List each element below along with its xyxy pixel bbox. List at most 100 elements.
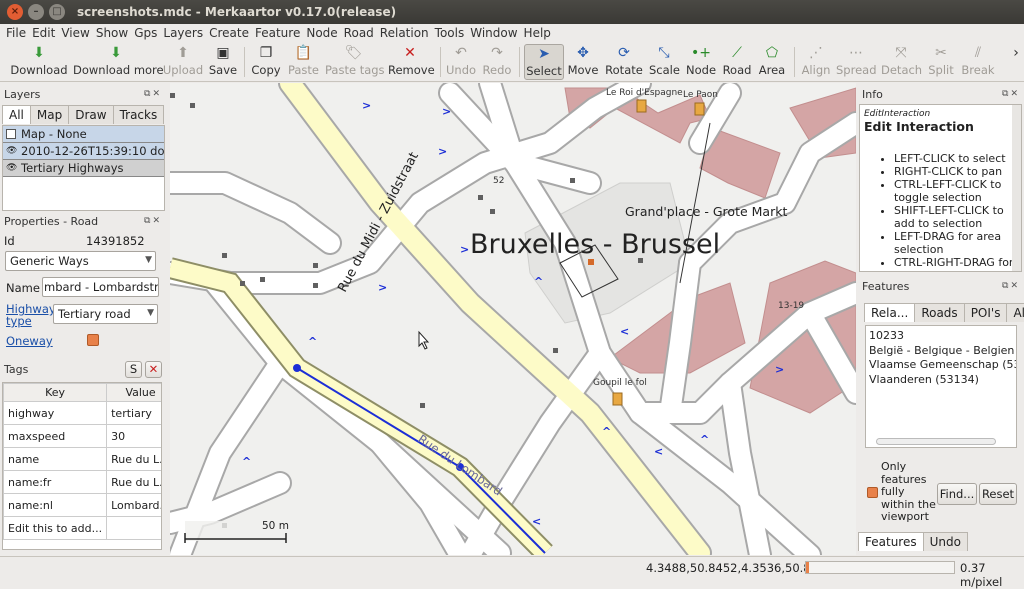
minimize-icon[interactable]: – [28, 4, 44, 20]
tab-relations[interactable]: Rela... [864, 303, 916, 322]
tab-all-features[interactable]: All [1006, 303, 1024, 322]
menu-window[interactable]: Window [467, 26, 520, 40]
tags-s-button[interactable]: S [125, 361, 142, 378]
break-button[interactable]: ⫽ Break [961, 44, 995, 80]
eye-icon[interactable]: 👁 [6, 146, 17, 156]
tab-roads[interactable]: Roads [914, 303, 965, 322]
menu-node[interactable]: Node [303, 26, 340, 40]
map-svg[interactable]: > > > > > ^ ^ < ^ > ^ ^ < < Le Roi d'Espagne Le… [170, 83, 856, 555]
toolbar-overflow-icon[interactable]: › [1009, 44, 1023, 80]
layer-item-map[interactable]: Map - None [3, 126, 164, 143]
map-canvas[interactable]: > > > > > ^ ^ < ^ > ^ ^ < < Le Roi d'Espagne Le… [170, 83, 856, 555]
table-row[interactable]: nameRue du L... [3, 447, 161, 471]
tab-map[interactable]: Map [29, 105, 70, 124]
tab-undo[interactable]: Undo [922, 532, 968, 551]
layer-item-tertiary[interactable]: 👁 Tertiary Highways [3, 160, 164, 177]
download-more-button[interactable]: ⬇ Download more [73, 44, 164, 80]
menu-help[interactable]: Help [521, 26, 554, 40]
tab-tracks[interactable]: Tracks [112, 105, 165, 124]
maximize-icon[interactable]: □ [49, 4, 65, 20]
window-title: screenshots.mdc - Merkaartor v0.17.0(rel… [77, 5, 397, 19]
table-row[interactable]: name:nlLombard... [3, 493, 161, 517]
tab-draw[interactable]: Draw [68, 105, 114, 124]
name-field[interactable]: mbard - Lombardstraat [42, 277, 159, 297]
menu-create[interactable]: Create [206, 26, 252, 40]
list-item[interactable]: Vlaanderen (53134) [869, 373, 1013, 388]
preset-select[interactable]: Generic Ways ▼ [5, 251, 156, 271]
menu-edit[interactable]: Edit [29, 26, 58, 40]
remove-button[interactable]: ✕ Remove [388, 44, 435, 80]
toolbar-separator [519, 47, 520, 77]
info-item: CTRL-RIGHT-DRAG for [894, 256, 1017, 269]
pub-icon[interactable] [612, 392, 623, 406]
find-button[interactable]: Find... [937, 483, 977, 505]
oneway-checkbox[interactable] [87, 334, 99, 346]
dock-float-close-icon[interactable]: ⧉✕ [144, 89, 162, 99]
menu-road[interactable]: Road [341, 26, 377, 40]
highway-type-select[interactable]: Tertiary road ▼ [53, 304, 158, 324]
menu-feature[interactable]: Feature [252, 26, 303, 40]
info-item: LEFT-CLICK to select [894, 152, 1017, 165]
svg-text:^: ^ [534, 275, 543, 288]
city-label: Bruxelles - Brussel [470, 229, 720, 260]
spread-button[interactable]: ⋯ Spread [836, 44, 877, 80]
undo-button[interactable]: ↶ Undo [446, 44, 476, 80]
paste-button[interactable]: 📋 Paste [287, 44, 320, 80]
features-hscrollbar[interactable] [876, 438, 996, 445]
rotate-button[interactable]: ⟳ Rotate [604, 44, 644, 80]
menu-tools[interactable]: Tools [432, 26, 468, 40]
node-button[interactable]: •+ Node [686, 44, 716, 80]
col-value[interactable]: Value [106, 383, 161, 402]
split-button[interactable]: ✂ Split [926, 44, 956, 80]
menu-file[interactable]: File [3, 26, 29, 40]
split-icon: ✂ [935, 45, 947, 61]
table-row[interactable]: name:frRue du L... [3, 470, 161, 494]
list-item[interactable]: België - Belgique - Belgien (52 [869, 344, 1016, 359]
table-row[interactable]: maxspeed 30 [3, 424, 161, 448]
dock-float-close-icon[interactable]: ⧉✕ [1002, 281, 1020, 291]
paste-tags-button[interactable]: 🏷 Paste tags [325, 44, 385, 80]
road-button[interactable]: ⟋ Road [722, 44, 752, 80]
table-row[interactable]: Edit this to add... [3, 516, 161, 540]
detach-button[interactable]: ⤧ Detach [881, 44, 922, 80]
list-item[interactable]: 10233 [869, 329, 1013, 344]
menu-view[interactable]: View [58, 26, 92, 40]
dock-float-close-icon[interactable]: ⧉✕ [1002, 89, 1020, 99]
copy-icon: ❐ [259, 45, 273, 61]
tab-all[interactable]: All [2, 105, 31, 124]
menu-relation[interactable]: Relation [377, 26, 432, 40]
tab-pois[interactable]: POI's [963, 303, 1008, 322]
select-button[interactable]: ➤ Select [524, 44, 564, 80]
scale-button[interactable]: ⤡ Scale [649, 44, 680, 80]
close-icon[interactable]: × [7, 4, 23, 20]
redo-button[interactable]: ↷ Redo [482, 44, 512, 80]
col-key[interactable]: Key [3, 383, 108, 402]
pub-icon[interactable] [636, 99, 647, 113]
only-within-viewport-checkbox[interactable] [867, 487, 878, 498]
layer-item-download[interactable]: 👁2010-12-26T15:39:10 downlo [3, 143, 164, 160]
download-button[interactable]: ⬇ Download [10, 44, 68, 80]
menu-gps[interactable]: Gps [131, 26, 160, 40]
highway-type-link[interactable]: Highway type [6, 303, 56, 327]
tab-features[interactable]: Features [858, 532, 924, 551]
tags-remove-button[interactable]: ✕ [145, 361, 162, 378]
dock-float-close-icon[interactable]: ⧉✕ [144, 216, 162, 226]
reset-button[interactable]: Reset [979, 483, 1017, 505]
save-button[interactable]: ▣ Save [208, 44, 238, 80]
oneway-link[interactable]: Oneway [6, 334, 53, 348]
chevron-down-icon: ▼ [145, 255, 152, 265]
list-item[interactable]: Vlaamse Gemeenschap (53136 [869, 358, 1016, 373]
selected-node[interactable] [293, 364, 301, 372]
copy-button[interactable]: ❐ Copy [250, 44, 282, 80]
upload-button[interactable]: ⬆ Upload [162, 44, 204, 80]
pub-icon[interactable] [694, 102, 705, 116]
table-row[interactable]: highway tertiary [3, 401, 161, 425]
checkbox-icon[interactable] [6, 129, 16, 139]
eye-icon[interactable]: 👁 [6, 163, 17, 173]
align-button[interactable]: ⋰ Align [799, 44, 833, 80]
area-button[interactable]: ⬠ Area [757, 44, 787, 80]
move-button[interactable]: ✥ Move [567, 44, 599, 80]
menu-layers[interactable]: Layers [160, 26, 206, 40]
menu-show[interactable]: Show [93, 26, 131, 40]
info-scrollbar[interactable] [1012, 105, 1021, 271]
